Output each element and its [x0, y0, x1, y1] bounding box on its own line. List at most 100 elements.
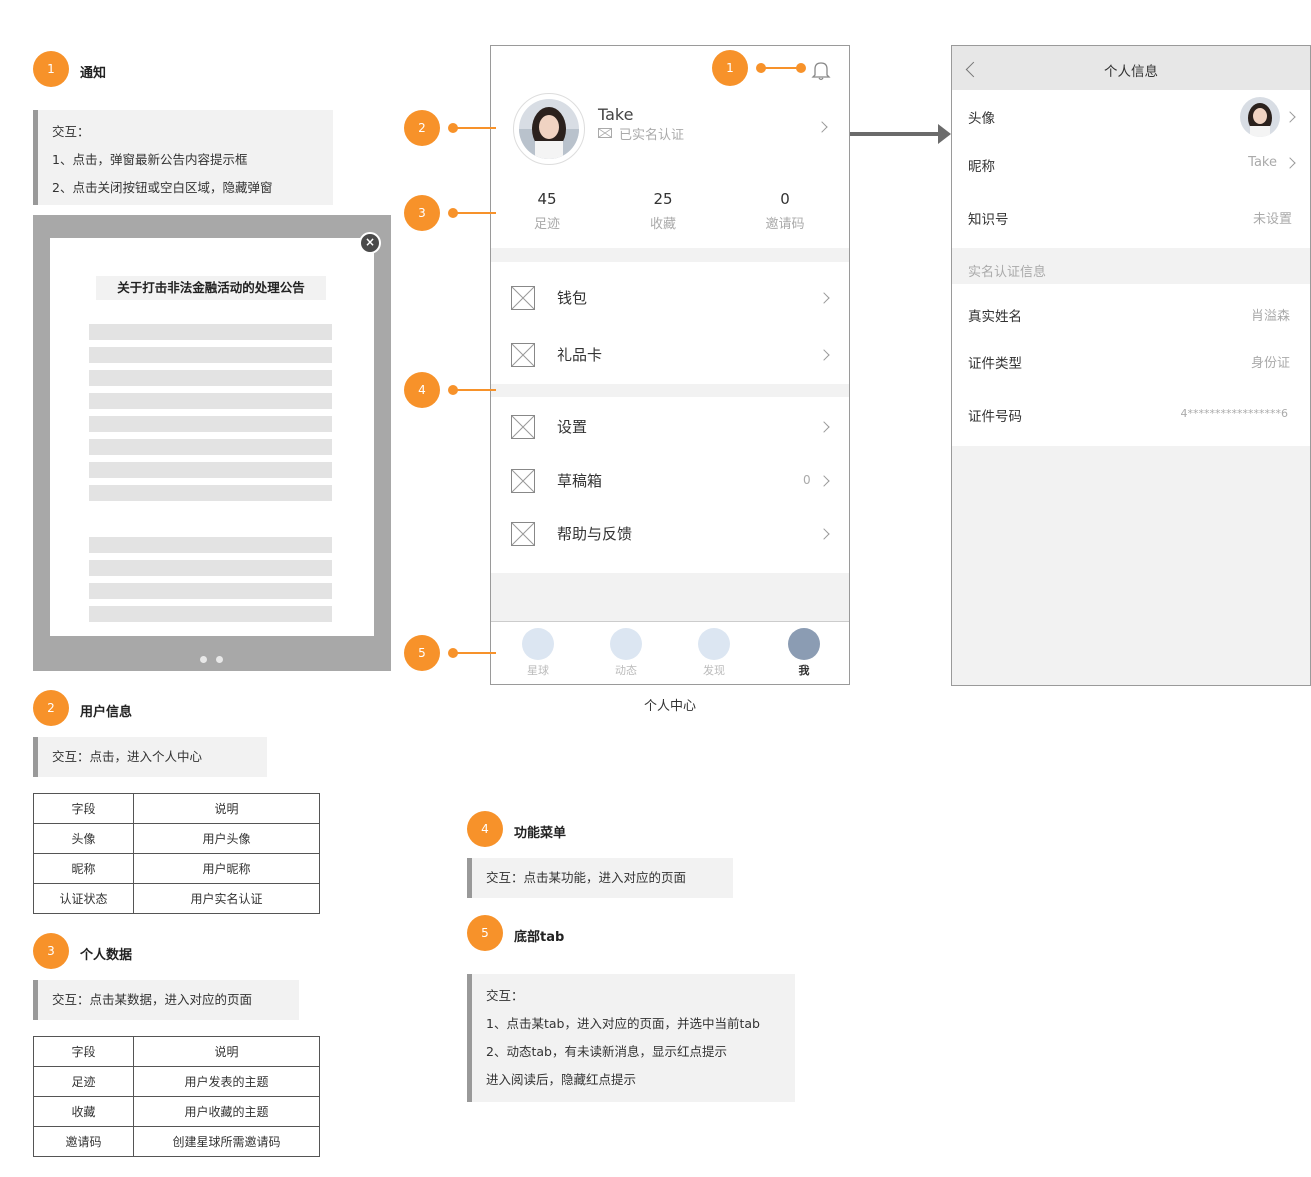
- tab-icon: [522, 628, 554, 660]
- section-title-user: 用户信息: [80, 705, 133, 720]
- table-row: 字段 说明: [33, 1036, 320, 1067]
- tab-me[interactable]: 我: [774, 628, 834, 678]
- section-badge-4: 4: [467, 811, 503, 847]
- tab-icon: [698, 628, 730, 660]
- stat-value: 25: [653, 190, 673, 208]
- table-cell: 说明: [133, 793, 320, 824]
- table-cell: 用户昵称: [133, 853, 320, 884]
- draft-count: 0: [803, 473, 811, 487]
- stat-favorites[interactable]: 25 收藏: [623, 190, 703, 232]
- note-notice: 交互： 1、点击，弹窗最新公告内容提示框 2、点击关闭按钮或空白区域，隐藏弹窗: [33, 110, 333, 205]
- chevron-right-icon: [1284, 157, 1296, 169]
- close-icon[interactable]: ×: [359, 232, 381, 254]
- tab-icon: [610, 628, 642, 660]
- avatar: [513, 93, 585, 165]
- callout-badge-5: 5: [404, 635, 440, 671]
- table-cell: 字段: [33, 793, 134, 824]
- note-line: 交互：点击，进入个人中心: [52, 749, 203, 764]
- placeholder-icon: [511, 522, 535, 546]
- chevron-right-icon: [818, 292, 830, 304]
- row-avatar[interactable]: 头像: [952, 93, 1310, 139]
- connector-line: [452, 389, 496, 391]
- tab-discover[interactable]: 发现: [684, 628, 744, 678]
- connector-dot: [756, 63, 766, 73]
- placeholder-icon: [511, 286, 535, 310]
- text-placeholder: [89, 485, 332, 501]
- tab-planet[interactable]: 星球: [508, 628, 568, 678]
- menu-item-wallet[interactable]: 钱包: [491, 272, 849, 326]
- page-dot[interactable]: [200, 656, 207, 663]
- connector-dot: [448, 648, 458, 658]
- stat-footprint[interactable]: 45 足迹: [507, 190, 587, 232]
- connector-line: [452, 652, 496, 654]
- menu-label: 设置: [557, 418, 588, 436]
- stat-label: 邀请码: [765, 217, 805, 232]
- page-dot[interactable]: [216, 656, 223, 663]
- row-key: 证件号码: [968, 409, 1022, 425]
- text-placeholder: [89, 560, 332, 576]
- table-cell: 用户发表的主题: [133, 1066, 320, 1097]
- avatar: [1240, 97, 1280, 137]
- table-row: 邀请码 创建星球所需邀请码: [33, 1126, 320, 1157]
- text-placeholder: [89, 370, 332, 386]
- row-value: Take: [1248, 155, 1277, 170]
- menu-item-settings[interactable]: 设置: [491, 401, 849, 455]
- section-badge-3: 3: [33, 933, 69, 969]
- text-placeholder: [89, 416, 332, 432]
- connector-line: [452, 127, 496, 129]
- tab-label: 动态: [615, 664, 637, 677]
- menu-item-drafts[interactable]: 草稿箱 0: [491, 455, 849, 509]
- callout-badge-3: 3: [404, 195, 440, 231]
- row-value: 4*****************6: [1180, 407, 1289, 420]
- tabbar-divider: [491, 621, 849, 622]
- callout-badge-4: 4: [404, 372, 440, 408]
- table-cell: 用户实名认证: [133, 883, 320, 914]
- user-header[interactable]: Take 已实名认证: [491, 91, 849, 176]
- table-cell: 字段: [33, 1036, 134, 1067]
- connector-dot: [796, 63, 806, 73]
- chevron-right-icon: [1284, 111, 1296, 123]
- tab-label: 发现: [703, 664, 725, 677]
- connector-line: [452, 212, 496, 214]
- table-cell: 创建星球所需邀请码: [133, 1126, 320, 1157]
- table-cell: 头像: [33, 823, 134, 854]
- menu-label: 钱包: [557, 289, 588, 307]
- menu-item-help[interactable]: 帮助与反馈: [491, 508, 849, 562]
- row-nickname[interactable]: 昵称 Take: [952, 139, 1310, 187]
- placeholder-icon: [511, 469, 535, 493]
- row-knowledge-id[interactable]: 知识号 未设置: [952, 192, 1310, 240]
- placeholder-icon: [511, 343, 535, 367]
- chevron-right-icon: [818, 528, 830, 540]
- stat-label: 足迹: [533, 217, 560, 232]
- note-line: 交互：: [52, 124, 90, 139]
- phone-caption: 个人中心: [643, 699, 696, 714]
- mail-icon: [598, 128, 612, 138]
- note-line: 1、点击，弹窗最新公告内容提示框: [52, 152, 248, 167]
- text-placeholder: [89, 439, 332, 455]
- stat-invite-code[interactable]: 0 邀请码: [745, 190, 825, 232]
- text-placeholder: [89, 324, 332, 340]
- table-row: 收藏 用户收藏的主题: [33, 1096, 320, 1127]
- text-placeholder: [89, 393, 332, 409]
- row-value: 未设置: [1252, 212, 1292, 227]
- note-line: 1、点击某tab，进入对应的页面，并选中当前tab: [486, 1016, 760, 1031]
- menu-item-giftcard[interactable]: 礼品卡: [491, 329, 849, 383]
- chevron-right-icon: [816, 121, 828, 133]
- row-real-name: 真实姓名 肖溢森: [952, 289, 1310, 337]
- table-cell: 足迹: [33, 1066, 134, 1097]
- tab-label: 星球: [527, 664, 549, 677]
- menu-label: 礼品卡: [557, 346, 603, 364]
- popup-title: 关于打击非法金融活动的处理公告: [96, 276, 326, 300]
- divider: [491, 248, 849, 262]
- table-row: 足迹 用户发表的主题: [33, 1066, 320, 1097]
- flow-arrow-icon: [850, 124, 951, 144]
- chevron-right-icon: [818, 421, 830, 433]
- note-line: 2、动态tab，有未读新消息，显示红点提示: [486, 1044, 727, 1059]
- row-key: 头像: [968, 111, 995, 127]
- menu-label: 帮助与反馈: [557, 525, 633, 543]
- bell-icon[interactable]: [810, 59, 832, 81]
- row-key: 真实姓名: [968, 309, 1022, 325]
- tab-feed[interactable]: 动态: [596, 628, 656, 678]
- placeholder-icon: [511, 415, 535, 439]
- section-title-tabbar: 底部tab: [514, 930, 565, 945]
